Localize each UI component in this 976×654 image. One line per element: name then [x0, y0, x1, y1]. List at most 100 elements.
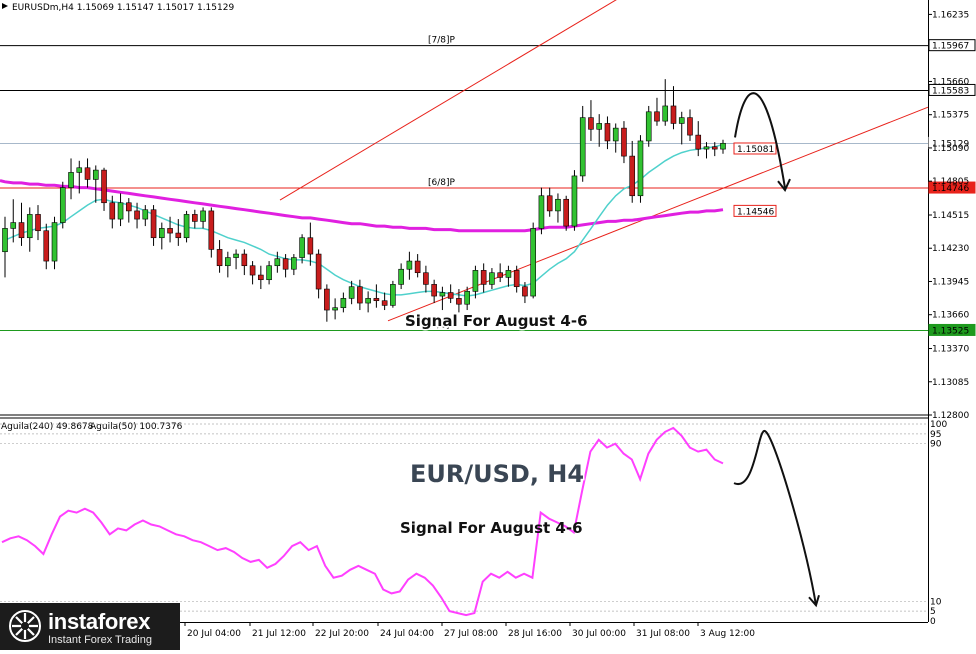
candle-bull: [348, 286, 355, 299]
level-price-text: 1.15967: [932, 42, 969, 52]
time-axis-label: 27 Jul 08:00: [444, 629, 498, 639]
candle-bear: [35, 214, 41, 232]
price-axis-label: 1.16235: [932, 10, 969, 20]
candle-bear: [711, 146, 718, 150]
price-tag-text: 1.14546: [737, 207, 774, 217]
candle-bear: [101, 169, 107, 204]
price-axis-label: 1.15375: [932, 111, 969, 121]
candle-bear: [604, 123, 611, 142]
candle-bear: [216, 249, 223, 267]
pair-label: EUR/USD, H4: [410, 460, 584, 488]
candle-bull: [225, 257, 231, 267]
candle-bear: [307, 237, 314, 255]
level-price-text: 1.13525: [932, 326, 969, 336]
time-axis-label: 24 Jul 04:00: [380, 629, 434, 639]
candle-bear: [324, 288, 330, 311]
price-axis-label: 1.13370: [932, 345, 969, 355]
candle-bull: [538, 195, 545, 229]
instaforex-logo: instaforex Instant Forex Trading: [0, 603, 180, 650]
time-axis-label: 28 Jul 16:00: [508, 629, 562, 639]
candle-bull: [579, 117, 586, 177]
candle-bull: [596, 123, 603, 130]
candle-bear: [175, 232, 182, 239]
candle-bull: [200, 210, 206, 222]
candle-bull: [555, 198, 561, 212]
candle-bear: [125, 202, 132, 212]
price-axis-label: 1.13085: [932, 378, 969, 388]
signal-bottom-label: Signal For August 4-6: [400, 519, 583, 537]
candle-bear: [431, 284, 437, 297]
candle-bear: [208, 210, 215, 250]
candle-bull: [662, 105, 669, 122]
candle-bull: [26, 214, 33, 239]
candle-bull: [59, 187, 66, 223]
level-label: [6/8]P: [428, 178, 456, 188]
instaforex-logo-icon: [9, 610, 41, 642]
logo-tagline: Instant Forex Trading: [48, 634, 152, 646]
chart-stage: [7/8]P 1.15967 1.15583 1.15129 [6/8]P 1.14746…: [0, 0, 976, 650]
price-axis-label: 1.15090: [932, 144, 969, 154]
price-axis-label: 1.14230: [932, 244, 969, 254]
time-axis-label: 31 Jul 08:00: [636, 629, 690, 639]
candle-bull: [645, 111, 652, 142]
candle-bull: [340, 298, 347, 309]
candle-bear: [546, 195, 553, 212]
candle-bull: [637, 140, 644, 197]
candle-bear: [43, 230, 50, 262]
candle-bear: [563, 198, 569, 227]
candle-bull: [76, 167, 83, 173]
candle-bull: [10, 222, 17, 229]
candle-bear: [150, 209, 157, 239]
candle-bear: [654, 111, 660, 122]
candle-bull: [530, 228, 536, 297]
level-price-text: 1.15583: [932, 86, 969, 96]
candle-bear: [109, 202, 116, 220]
price-axis-label: 1.15660: [932, 77, 969, 87]
candle-bear: [18, 222, 25, 239]
candle-bull: [612, 127, 619, 142]
candle-bull: [464, 291, 470, 305]
price-chart[interactable]: [7/8]P1.159671.155831.15129[6/8]P1.14746…: [0, 0, 976, 650]
candle-bear: [695, 134, 702, 150]
oscillator-axis-label: 5: [930, 607, 936, 617]
candle-bull: [489, 272, 495, 285]
time-axis-label: 30 Jul 00:00: [572, 629, 626, 639]
price-tag-text: 1.15081: [737, 145, 774, 155]
candle-bear: [167, 228, 173, 234]
candle-bear: [629, 155, 636, 197]
candle-bull: [2, 228, 8, 253]
candle-bull: [720, 142, 726, 150]
candle-bull: [274, 258, 281, 267]
candle-bull: [291, 257, 297, 270]
price-axis-label: 1.12800: [932, 411, 969, 421]
candle-bear: [373, 298, 380, 302]
candle-bull: [299, 237, 305, 258]
price-axis-label: 1.14805: [932, 177, 969, 187]
price-axis-label: 1.13945: [932, 277, 969, 287]
candle-bull: [332, 307, 338, 311]
time-axis-label: 22 Jul 20:00: [315, 629, 369, 639]
time-axis-label: 21 Jul 12:00: [252, 629, 306, 639]
candle-bear: [258, 274, 264, 281]
candle-bear: [670, 105, 677, 124]
oscillator-axis-label: 0: [930, 617, 936, 627]
candle-bear: [423, 272, 429, 285]
candle-bull: [703, 146, 710, 150]
candle-bear: [315, 253, 322, 290]
candle-bear: [513, 270, 520, 288]
candle-bull: [439, 292, 446, 297]
logo-name: instaforex: [48, 609, 151, 634]
candle-bear: [192, 214, 198, 222]
oscillator-axis-label: 90: [930, 440, 942, 450]
candle-bull: [390, 284, 396, 306]
candle-bear: [588, 117, 594, 130]
candle-bear: [447, 292, 454, 299]
candle-bear: [621, 127, 627, 157]
price-axis-label: 1.13660: [932, 311, 969, 321]
candle-bear: [84, 167, 91, 180]
candle-bull: [117, 202, 124, 220]
candle-bull: [678, 117, 685, 124]
candle-bull: [472, 270, 479, 292]
signal-top-label: Signal For August 4-6: [405, 312, 588, 330]
candle-bull: [142, 209, 149, 220]
